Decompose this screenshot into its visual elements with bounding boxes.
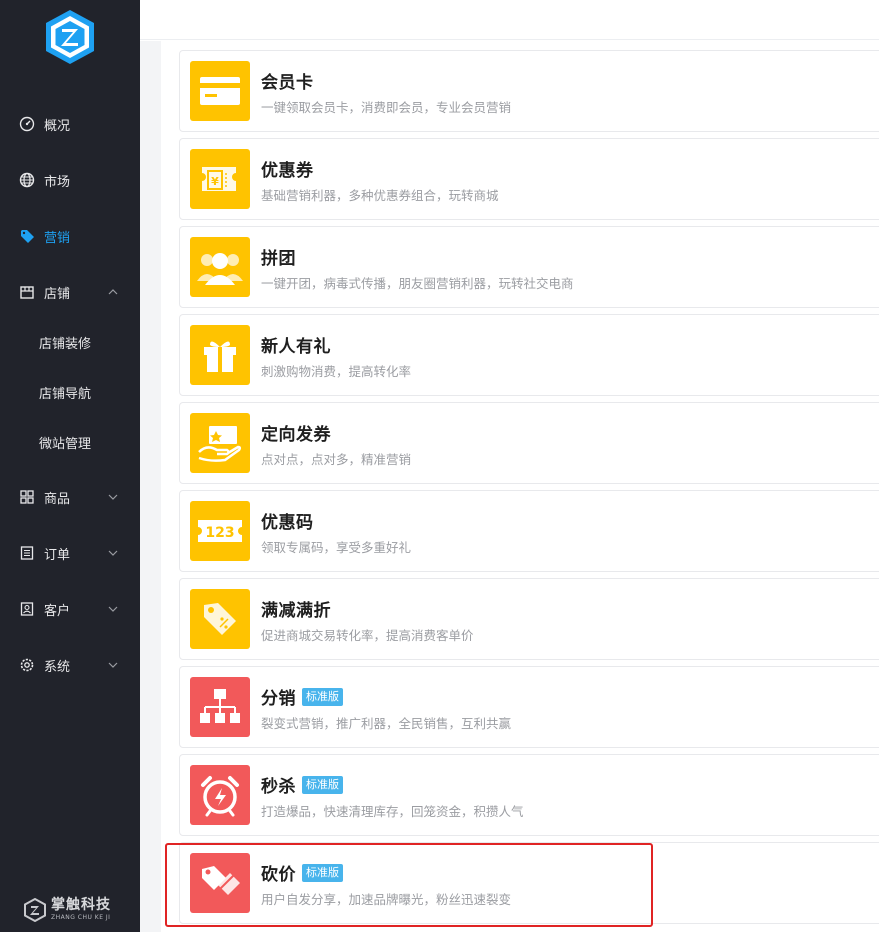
brand-logo-icon bbox=[24, 898, 46, 922]
card-description: 打造爆品，快速清理库存，回笼资金，积攒人气 bbox=[261, 804, 524, 819]
tag-icon bbox=[18, 227, 36, 245]
coupon-icon: ¥ bbox=[190, 149, 250, 209]
edition-badge: 标准版 bbox=[302, 775, 343, 794]
card-description: 刺激购物消费，提高转化率 bbox=[261, 364, 412, 379]
card-description: 促进商城交易转化率，提高消费客单价 bbox=[261, 628, 474, 643]
brand-pinyin: ZHANG CHU KE JI bbox=[51, 914, 111, 921]
gear-icon bbox=[18, 656, 36, 674]
nav-label: 店铺 bbox=[44, 286, 71, 302]
nav-label: 营销 bbox=[44, 230, 71, 246]
card-title: 满减满折 bbox=[261, 601, 331, 621]
nav-label: 商品 bbox=[44, 491, 71, 507]
code-123-icon: 123 bbox=[190, 501, 250, 561]
card-title: 新人有礼 bbox=[261, 337, 331, 357]
cut-tag-icon bbox=[190, 853, 250, 913]
chevron-down-icon bbox=[108, 550, 118, 556]
nav-label: 客户 bbox=[44, 603, 71, 619]
card-title: 拼团 bbox=[261, 249, 296, 269]
card-member-card[interactable]: 会员卡 一键领取会员卡，消费即会员，专业会员营销 bbox=[179, 50, 879, 132]
alarm-clock-icon bbox=[190, 765, 250, 825]
card-description: 一键开团，病毒式传播，朋友圈营销利器，玩转社交电商 bbox=[261, 276, 574, 291]
sidebar: 概况 市场 营销 店铺 店铺装修 店铺导航 微站管理 商品 订单 客户 系统 掌… bbox=[0, 0, 140, 932]
sub-item-microsite-management[interactable]: 微站管理 bbox=[39, 430, 91, 460]
card-title: 优惠码 bbox=[261, 513, 314, 533]
nav-item-store[interactable]: 店铺 bbox=[0, 272, 140, 312]
chevron-down-icon bbox=[108, 494, 118, 500]
card-flash-sale[interactable]: 秒杀 标准版 打造爆品，快速清理库存，回笼资金，积攒人气 bbox=[179, 754, 879, 836]
grid-icon bbox=[18, 488, 36, 506]
edition-badge: 标准版 bbox=[302, 863, 343, 882]
card-promo-code[interactable]: 123 优惠码 领取专属码，享受多重好礼 bbox=[179, 490, 879, 572]
sub-item-store-decoration[interactable]: 店铺装修 bbox=[39, 330, 91, 360]
chevron-down-icon bbox=[108, 606, 118, 612]
svg-text:¥: ¥ bbox=[211, 175, 219, 188]
brand-name: 掌触科技 bbox=[51, 897, 111, 913]
nav-label: 市场 bbox=[44, 174, 71, 190]
nav-label: 订单 bbox=[44, 547, 71, 563]
card-title: 分销 bbox=[261, 689, 296, 709]
nav-label: 概况 bbox=[44, 118, 71, 134]
card-targeted-coupon[interactable]: 定向发券 点对点，点对多，精准营销 bbox=[179, 402, 879, 484]
hand-coupon-icon bbox=[190, 413, 250, 473]
svg-text:123: 123 bbox=[205, 525, 234, 541]
discount-tag-icon bbox=[190, 589, 250, 649]
list-icon bbox=[18, 544, 36, 562]
card-distribution[interactable]: 分销 标准版 裂变式营销，推广利器，全民销售，互利共赢 bbox=[179, 666, 879, 748]
nav-item-products[interactable]: 商品 bbox=[0, 477, 140, 517]
globe-icon bbox=[18, 171, 36, 189]
app-logo[interactable] bbox=[43, 8, 97, 66]
card-description: 领取专属码，享受多重好礼 bbox=[261, 540, 412, 555]
sub-item-store-navigation[interactable]: 店铺导航 bbox=[39, 380, 91, 410]
card-full-reduction[interactable]: 满减满折 促进商城交易转化率，提高消费客单价 bbox=[179, 578, 879, 660]
card-description: 用户自发分享，加速品牌曝光，粉丝迅速裂变 bbox=[261, 892, 512, 907]
card-title: 秒杀 bbox=[261, 777, 296, 797]
nav-item-orders[interactable]: 订单 bbox=[0, 533, 140, 573]
card-title: 优惠券 bbox=[261, 161, 314, 181]
nav-item-marketing[interactable]: 营销 bbox=[0, 216, 140, 256]
card-bargain[interactable]: 砍价 标准版 用户自发分享，加速品牌曝光，粉丝迅速裂变 bbox=[179, 842, 879, 924]
nav-item-system[interactable]: 系统 bbox=[0, 645, 140, 685]
edition-badge: 标准版 bbox=[302, 687, 343, 706]
dashboard-icon bbox=[18, 115, 36, 133]
card-icon bbox=[190, 61, 250, 121]
nav-label: 系统 bbox=[44, 659, 71, 675]
brand-footer: 掌触科技 ZHANG CHU KE JI bbox=[24, 898, 111, 922]
group-icon bbox=[190, 237, 250, 297]
card-description: 裂变式营销，推广利器，全民销售，互利共赢 bbox=[261, 716, 512, 731]
nav-item-customers[interactable]: 客户 bbox=[0, 589, 140, 629]
gift-icon bbox=[190, 325, 250, 385]
hierarchy-icon bbox=[190, 677, 250, 737]
card-description: 一键领取会员卡，消费即会员，专业会员营销 bbox=[261, 100, 512, 115]
chevron-down-icon bbox=[108, 662, 118, 668]
card-description: 基础营销利器，多种优惠券组合，玩转商城 bbox=[261, 188, 499, 203]
nav-item-overview[interactable]: 概况 bbox=[0, 104, 140, 144]
card-newcomer-gift[interactable]: 新人有礼 刺激购物消费，提高转化率 bbox=[179, 314, 879, 396]
card-coupon[interactable]: ¥ 优惠券 基础营销利器，多种优惠券组合，玩转商城 bbox=[179, 138, 879, 220]
chevron-up-icon bbox=[108, 289, 118, 295]
card-title: 砍价 bbox=[261, 865, 296, 885]
nav-item-market[interactable]: 市场 bbox=[0, 160, 140, 200]
card-title: 会员卡 bbox=[261, 73, 314, 93]
contact-icon bbox=[18, 600, 36, 618]
top-header bbox=[140, 0, 879, 40]
card-description: 点对点，点对多，精准营销 bbox=[261, 452, 412, 467]
card-title: 定向发券 bbox=[261, 425, 331, 445]
card-group-buy[interactable]: 拼团 一键开团，病毒式传播，朋友圈营销利器，玩转社交电商 bbox=[179, 226, 879, 308]
store-icon bbox=[18, 283, 36, 301]
